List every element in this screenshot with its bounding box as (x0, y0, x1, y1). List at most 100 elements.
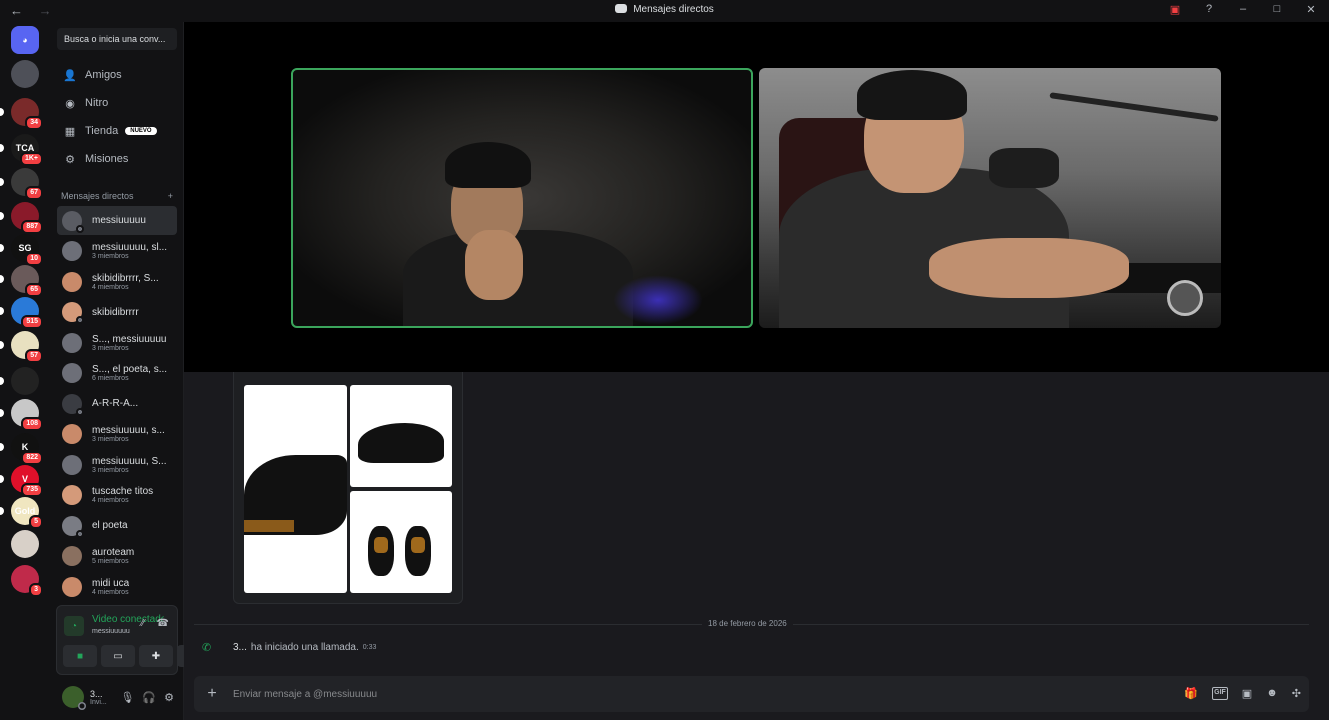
dm-item[interactable]: midi uca 4 miembros (57, 572, 177, 601)
phone-icon: ✆ (202, 642, 212, 654)
avatar (62, 424, 82, 444)
attach-plus-icon[interactable]: + (198, 685, 226, 703)
video-microphone (989, 148, 1059, 188)
server-icon[interactable]: 57 (0, 331, 43, 363)
sneaker-gum-sole (244, 520, 294, 532)
screen-share-button[interactable]: ▭ (101, 645, 135, 667)
dm-item[interactable]: messiuuuuu, s... 3 miembros (57, 420, 177, 449)
dm-name: auroteam (92, 547, 135, 558)
dm-item[interactable]: auroteam 5 miembros (57, 542, 177, 571)
disconnect-icon[interactable]: ☎ (157, 618, 169, 629)
dm-item[interactable]: messiuuuuu, S... 3 miembros (57, 450, 177, 479)
signal-icon[interactable]: ◔ (64, 616, 84, 636)
noise-suppression-icon[interactable]: ⁄⁄ (141, 618, 144, 629)
emoji-icon[interactable]: ☻ (1266, 687, 1278, 700)
video-tile-self[interactable] (291, 68, 753, 328)
call-text: ha iniciado una llamada. (250, 642, 359, 653)
dm-item[interactable]: S..., messiuuuuu 3 miembros (57, 328, 177, 357)
maximize-icon[interactable]: □ (1269, 3, 1285, 16)
unread-indicator (0, 275, 4, 283)
dm-name: S..., messiuuuuu (92, 333, 167, 345)
server-icon[interactable]: 515 (0, 297, 43, 329)
dm-item[interactable]: skibidibrrrr, S... 4 miembros (57, 267, 177, 296)
server-icon[interactable] (11, 60, 39, 88)
nav-friends[interactable]: 👤 Amigos (57, 62, 177, 88)
server-icon[interactable]: 67 (0, 168, 43, 200)
mention-badge: 5 (29, 515, 43, 529)
home-button[interactable]: ◕ (11, 26, 39, 54)
avatar (62, 485, 82, 505)
activities-button[interactable]: ✚ (139, 645, 173, 667)
inbox-icon[interactable]: ▣ (1167, 3, 1183, 16)
nav-nitro-label: Nitro (85, 97, 109, 109)
microphone-icon[interactable]: 🎙 (120, 691, 134, 704)
dm-item[interactable]: skibidibrrrr (57, 298, 177, 327)
dm-name: messiuuuuu, S... (92, 455, 167, 467)
dm-item[interactable]: A-R-R-A... (57, 389, 177, 418)
minimize-icon[interactable]: – (1235, 3, 1251, 16)
mention-badge: 3 (29, 583, 43, 597)
server-icon[interactable]: Gold 5 (0, 497, 43, 529)
dm-item[interactable]: S..., el poeta, s... 6 miembros (57, 359, 177, 388)
dm-member-count: 5 miembros (92, 558, 129, 565)
dm-text: S..., messiuuuuu 3 miembros (92, 334, 166, 352)
dm-member-count: 4 miembros (92, 283, 129, 291)
unread-indicator (0, 178, 4, 186)
gif-icon[interactable]: GIF (1212, 687, 1228, 700)
screen-share-icon: ▭ (113, 650, 123, 662)
dm-name: messiuuuuu, sl... (92, 242, 168, 253)
server-icon[interactable]: 34 (0, 98, 43, 130)
dm-item[interactable]: tuscache titos 4 miembros (57, 481, 177, 510)
help-icon[interactable]: ? (1201, 3, 1217, 16)
image-attachment-grid (233, 372, 463, 604)
server-icon[interactable]: TCA 1K+ (0, 134, 43, 166)
server-icon[interactable] (0, 367, 39, 395)
add-dm-icon[interactable]: + (168, 191, 173, 201)
video-person-arm (929, 238, 1129, 298)
avatar (62, 546, 82, 566)
server-icon[interactable]: 65 (0, 265, 43, 297)
unread-indicator (0, 244, 4, 252)
message-input[interactable]: Enviar mensaje a @messiuuuuu (233, 689, 377, 700)
gift-icon[interactable]: 🎁 (1184, 687, 1198, 700)
dm-text: messiuuuuu, S... 3 miembros (92, 456, 166, 474)
user-info[interactable]: 3... Invi... (90, 689, 107, 706)
sneaker-image-large[interactable] (244, 385, 347, 593)
server-icon[interactable]: 887 (0, 202, 43, 234)
sticker-icon[interactable]: ▣ (1242, 687, 1252, 700)
sneaker-image-side[interactable] (350, 385, 452, 487)
user-avatar[interactable] (62, 686, 86, 710)
close-icon[interactable]: ✕ (1303, 3, 1319, 16)
dm-name: S..., el poeta, s... (92, 364, 168, 375)
dm-item[interactable]: el poeta (57, 511, 177, 540)
nav-quests-label: Misiones (85, 153, 129, 165)
server-icon[interactable]: 3 (11, 565, 43, 597)
nav-nitro[interactable]: ◉ Nitro (57, 90, 177, 116)
sneaker-image-back[interactable] (350, 491, 452, 593)
call-user[interactable]: 3... (233, 642, 247, 653)
dm-header: Mensajes directos + (61, 191, 173, 201)
server-icon[interactable]: SG 10 (0, 234, 43, 266)
mention-badge: 65 (25, 283, 43, 297)
dm-text: midi uca 4 miembros (92, 578, 129, 596)
unread-indicator (0, 341, 4, 349)
dm-item[interactable]: messiuuuuu (57, 206, 177, 235)
video-tile-remote[interactable] (759, 68, 1221, 328)
settings-gear-icon[interactable]: ⚙ (164, 691, 174, 704)
nav-quests[interactable]: ⚙ Misiones (57, 146, 177, 172)
avatar (62, 271, 82, 292)
server-icon[interactable]: K 822 (0, 433, 43, 465)
server-icon[interactable]: V 735 (0, 465, 43, 497)
search-input[interactable]: Busca o inicia una conv... (57, 28, 177, 50)
dm-name: messiuuuuu (92, 215, 146, 226)
mic-boom-arm (1049, 92, 1219, 122)
dm-text: messiuuuuu, sl... 3 miembros (92, 242, 167, 260)
apps-icon[interactable]: ✣ (1292, 687, 1301, 700)
unread-indicator (0, 307, 4, 315)
server-icon[interactable]: 108 (0, 399, 43, 431)
server-icon[interactable] (11, 530, 39, 558)
camera-button[interactable]: ■ (63, 645, 97, 667)
nav-shop[interactable]: ▦ Tienda NUEVO (57, 118, 177, 144)
dm-item[interactable]: messiuuuuu, sl... 3 miembros (57, 237, 177, 266)
headphones-icon[interactable]: 🎧 (142, 691, 156, 704)
